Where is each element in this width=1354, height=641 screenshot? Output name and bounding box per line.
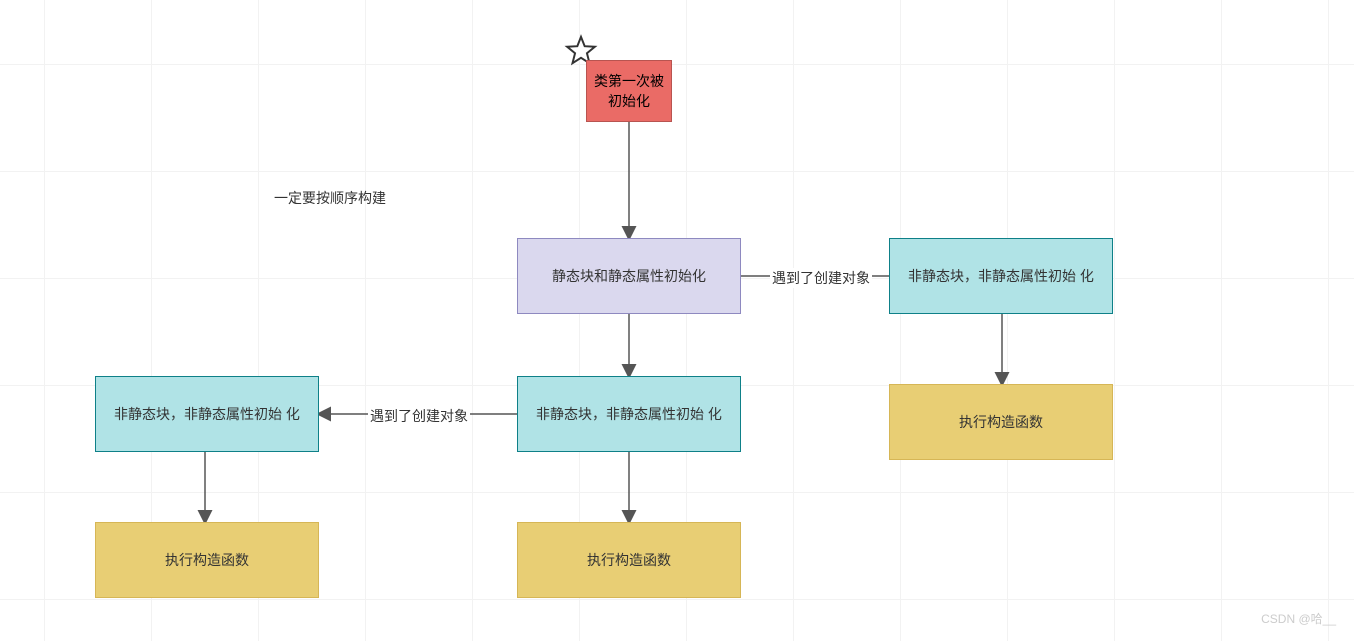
node-start[interactable]: 类第一次被 初始化 <box>586 60 672 122</box>
node-static-init[interactable]: 静态块和静态属性初始化 <box>517 238 741 314</box>
node-nonstatic-right[interactable]: 非静态块，非静态属性初始 化 <box>889 238 1113 314</box>
node-nonstatic-left[interactable]: 非静态块，非静态属性初始 化 <box>95 376 319 452</box>
edge-label-top-right: 遇到了创建对象 <box>770 268 872 288</box>
node-ctor-left[interactable]: 执行构造函数 <box>95 522 319 598</box>
node-nonstatic-mid[interactable]: 非静态块，非静态属性初始 化 <box>517 376 741 452</box>
node-ctor-right[interactable]: 执行构造函数 <box>889 384 1113 460</box>
node-ctor-mid[interactable]: 执行构造函数 <box>517 522 741 598</box>
edge-label-mid-left: 遇到了创建对象 <box>368 406 470 426</box>
watermark: CSDN @哈__ <box>1261 610 1336 627</box>
tip-label: 一定要按顺序构建 <box>274 188 386 208</box>
